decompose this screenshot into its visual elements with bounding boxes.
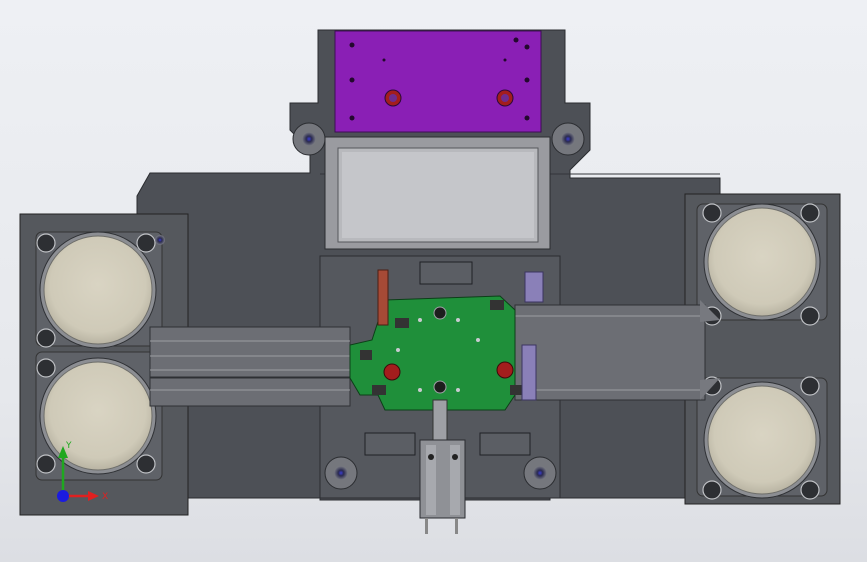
assembly-model[interactable]: Y X xyxy=(0,0,867,562)
cylinder-top-right xyxy=(703,203,821,321)
cylinder-top-left xyxy=(39,231,157,349)
purple-top-plate xyxy=(334,30,542,133)
triad-y-label: Y xyxy=(65,441,72,451)
cylinder-bottom-left xyxy=(39,357,157,475)
triad-x-label: X xyxy=(102,492,108,502)
cad-graphics-viewport[interactable]: Y X xyxy=(0,0,867,562)
tray xyxy=(324,136,551,250)
cylinder-bottom-right xyxy=(703,381,821,499)
